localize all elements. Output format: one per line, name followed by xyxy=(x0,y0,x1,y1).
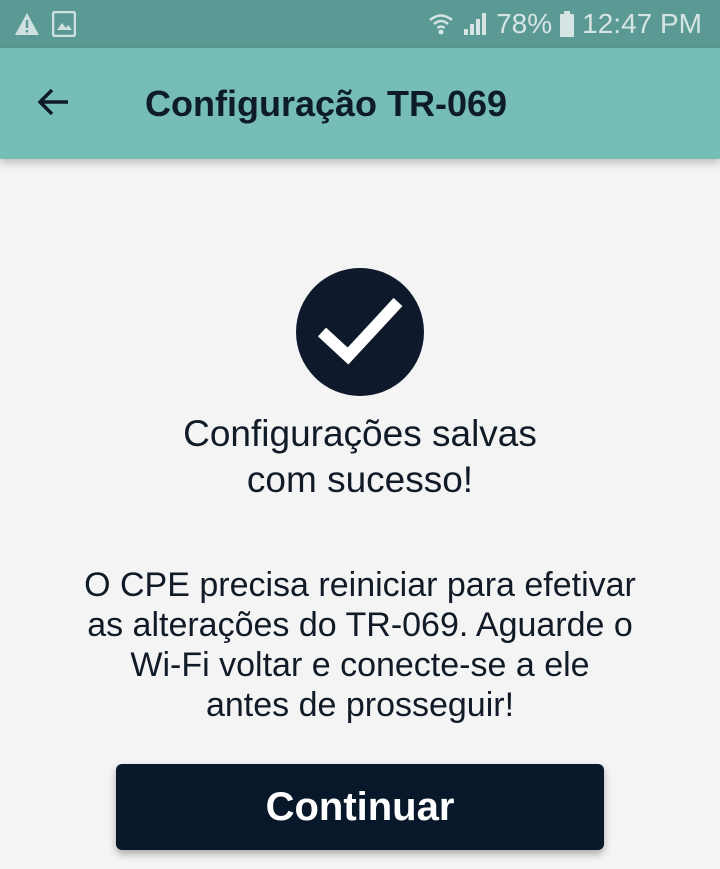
restart-info-text: O CPE precisa reiniciar para efetivar as… xyxy=(40,565,680,725)
arrow-left-icon xyxy=(34,82,74,127)
info-line: O CPE precisa reiniciar para efetivar xyxy=(84,566,636,604)
signal-icon xyxy=(462,11,488,37)
back-button[interactable] xyxy=(22,72,86,136)
info-line: Wi-Fi voltar e conecte-se a ele xyxy=(130,646,590,684)
status-bar-system: 78% 12:47 PM xyxy=(428,0,702,48)
status-bar-notifications xyxy=(14,0,76,48)
check-circle-icon xyxy=(296,268,424,396)
image-icon xyxy=(52,11,76,37)
info-line: antes de prosseguir! xyxy=(205,686,515,724)
page-title: Configuração TR-069 xyxy=(145,83,508,124)
success-message-line: Configurações salvas xyxy=(183,413,537,454)
continue-button[interactable]: Continuar xyxy=(116,764,604,850)
status-bar: 78% 12:47 PM xyxy=(0,0,720,48)
app-bar: Configuração TR-069 xyxy=(0,48,720,159)
info-line: as alterações do TR-069. Aguarde o xyxy=(87,606,633,644)
battery-percent: 78% xyxy=(496,8,553,39)
success-message-line: com sucesso! xyxy=(246,459,474,500)
clock-time: 12:47 PM xyxy=(582,8,702,39)
success-message: Configurações salvas com sucesso! xyxy=(60,411,660,503)
main-content: Configurações salvas com sucesso! O CPE … xyxy=(0,159,720,869)
warning-icon xyxy=(14,12,40,36)
battery-icon xyxy=(560,11,575,37)
wifi-icon xyxy=(428,11,454,37)
